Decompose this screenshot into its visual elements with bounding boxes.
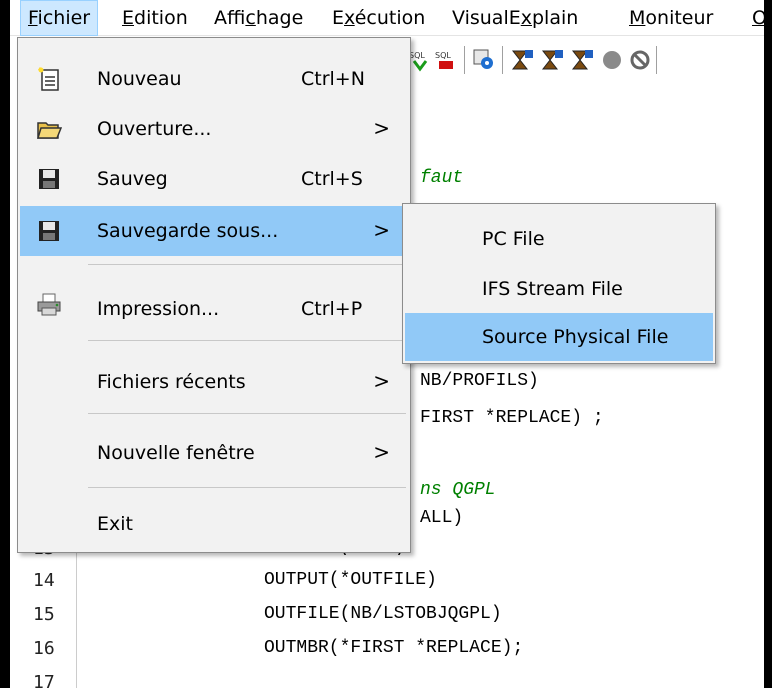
new-file-icon	[38, 67, 59, 91]
menu-separator	[88, 487, 406, 488]
application-window: Fichier Edition Affichage Exécution Visu…	[10, 0, 764, 688]
line-number: 14	[33, 570, 55, 591]
menu-fichier[interactable]: Fichier	[20, 0, 99, 36]
run-sql-icon[interactable]: SQL	[408, 48, 432, 72]
menu-separator	[88, 264, 406, 265]
line-number: 15	[33, 604, 55, 625]
settings-gear-icon[interactable]	[472, 48, 496, 72]
menu-execution[interactable]: Exécution	[325, 0, 432, 36]
menu-item-sauvegarde-sous[interactable]: Sauvegarde sous... >	[20, 206, 408, 256]
toolbar-separator	[464, 46, 465, 74]
code-line[interactable]: OUTFILE(NB/LSTOBJQGPL)	[264, 604, 502, 624]
code-comment-fragment: ns QGPL	[420, 480, 496, 500]
stop-sql-icon[interactable]: SQL	[434, 48, 458, 72]
code-line-fragment: FIRST *REPLACE) ;	[420, 408, 604, 428]
submenu-item-ifs-stream-file[interactable]: IFS Stream File	[405, 265, 713, 313]
menu-edition[interactable]: Edition	[115, 0, 195, 36]
menu-options-truncated[interactable]: O	[745, 0, 764, 36]
line-number: 17	[33, 672, 55, 688]
menu-item-exit[interactable]: Exit	[20, 499, 408, 549]
explain-hourglass-icon[interactable]	[540, 48, 564, 72]
menu-item-impression[interactable]: Impression... Ctrl+P	[20, 284, 408, 334]
code-line-fragment: ALL)	[420, 508, 464, 528]
menu-separator	[88, 340, 406, 341]
menu-visualexplain[interactable]: VisualExplain	[445, 0, 585, 36]
code-line-fragment: NB/PROFILS)	[420, 371, 539, 391]
printer-icon	[37, 293, 61, 316]
menu-separator	[88, 413, 406, 414]
explain-hourglass-icon[interactable]	[510, 48, 534, 72]
menu-item-sauveg[interactable]: Sauveg Ctrl+S	[20, 154, 408, 204]
code-line[interactable]: OUTPUT(*OUTFILE)	[264, 570, 437, 590]
record-icon[interactable]	[600, 48, 624, 72]
submenu-item-source-physical-file[interactable]: Source Physical File	[405, 313, 713, 361]
open-folder-icon	[36, 122, 62, 139]
save-as-submenu: PC File IFS Stream File Source Physical …	[402, 203, 716, 364]
svg-text:SQL: SQL	[409, 51, 425, 60]
save-disk-icon	[39, 221, 59, 241]
cancel-icon[interactable]	[628, 48, 652, 72]
menu-bar: Fichier Edition Affichage Exécution Visu…	[10, 0, 764, 36]
line-number: 16	[33, 638, 55, 659]
toolbar-separator	[656, 46, 657, 74]
toolbar-separator	[502, 46, 503, 74]
submenu-item-pc-file[interactable]: PC File	[405, 215, 713, 263]
menu-item-fichiers-recents[interactable]: Fichiers récents >	[20, 357, 408, 407]
file-menu-dropdown: Nouveau Ctrl+N Ouverture... > Sauveg Ctr…	[17, 37, 411, 553]
menu-affichage[interactable]: Affichage	[207, 0, 310, 36]
menu-item-nouveau[interactable]: Nouveau Ctrl+N	[20, 54, 408, 104]
explain-hourglass-icon[interactable]	[570, 48, 594, 72]
code-comment-fragment: faut	[420, 168, 464, 188]
menu-item-ouverture[interactable]: Ouverture... >	[20, 104, 408, 154]
menu-moniteur[interactable]: Moniteur	[622, 0, 720, 36]
code-line[interactable]: OUTMBR(*FIRST *REPLACE);	[264, 638, 523, 658]
svg-text:SQL: SQL	[435, 51, 451, 60]
save-disk-icon	[39, 169, 59, 189]
menu-item-nouvelle-fenetre[interactable]: Nouvelle fenêtre >	[20, 428, 408, 478]
